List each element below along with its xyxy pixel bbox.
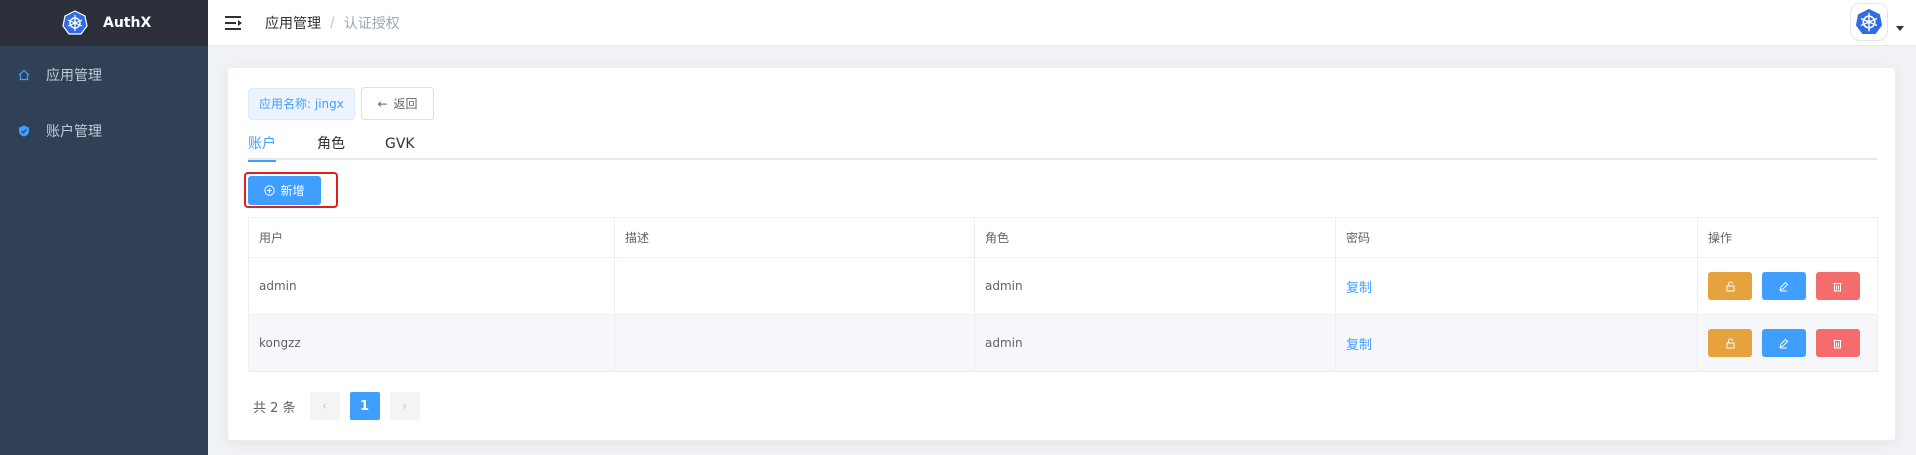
breadcrumb-separator: / bbox=[330, 14, 335, 31]
cell-actions bbox=[1697, 257, 1878, 315]
cell-role: admin bbox=[974, 314, 1336, 372]
cell-description bbox=[614, 314, 975, 372]
sidebar: AuthX 应用管理 账户管理 bbox=[0, 0, 208, 455]
sidebar-item-label: 账户管理 bbox=[46, 124, 102, 140]
tab-roles[interactable]: 角色 bbox=[317, 130, 345, 160]
add-button[interactable]: 新增 bbox=[248, 176, 321, 205]
cell-role: admin bbox=[974, 257, 1336, 315]
trash-icon bbox=[1833, 282, 1842, 291]
sidebar-item-app-management[interactable]: 应用管理 bbox=[0, 47, 208, 103]
plus-circle-icon bbox=[264, 185, 276, 196]
cell-password: 复制 bbox=[1335, 314, 1698, 372]
edit-button[interactable] bbox=[1761, 329, 1806, 357]
unlock-button[interactable] bbox=[1708, 329, 1752, 357]
cell-user: kongzz bbox=[248, 314, 615, 372]
app-name: AuthX bbox=[103, 15, 152, 31]
hamburger-toggle-icon[interactable] bbox=[225, 15, 243, 31]
pagination-total: 共 2 条 bbox=[253, 400, 296, 416]
accounts-table: 用户 描述 角色 密码 操作 admin admin 复制 kongzz adm… bbox=[248, 217, 1878, 372]
kubernetes-logo-icon bbox=[62, 10, 88, 35]
cell-actions bbox=[1697, 314, 1878, 372]
copy-password-link[interactable]: 复制 bbox=[1346, 281, 1372, 296]
tab-accounts[interactable]: 账户 bbox=[248, 130, 276, 162]
unlock-icon bbox=[1726, 338, 1734, 348]
chevron-left-icon: ‹ bbox=[321, 398, 328, 414]
content-card: 应用名称: jingx ← 返回 账户 角色 GVK 新增 用户 描述 角色 密… bbox=[227, 67, 1896, 441]
tab-bar: 账户 角色 GVK bbox=[248, 130, 1877, 162]
arrow-left-icon: ← bbox=[377, 96, 388, 111]
prev-page-button[interactable]: ‹ bbox=[309, 392, 340, 420]
user-avatar[interactable] bbox=[1850, 3, 1888, 41]
chevron-right-icon: › bbox=[401, 398, 408, 414]
unlock-icon bbox=[1726, 281, 1734, 291]
column-header-actions: 操作 bbox=[1697, 217, 1878, 258]
app-name-tag: 应用名称: jingx bbox=[248, 88, 355, 120]
tab-gvk[interactable]: GVK bbox=[385, 130, 415, 160]
brand[interactable]: AuthX bbox=[0, 0, 208, 46]
edit-icon bbox=[1779, 281, 1789, 291]
column-header-description: 描述 bbox=[614, 217, 975, 258]
column-header-user: 用户 bbox=[248, 217, 615, 258]
table-row: kongzz admin 复制 bbox=[248, 314, 1878, 372]
column-header-password: 密码 bbox=[1335, 217, 1698, 258]
edit-icon bbox=[1779, 338, 1789, 348]
cell-password: 复制 bbox=[1335, 257, 1698, 315]
back-button-label: 返回 bbox=[393, 97, 418, 111]
delete-button[interactable] bbox=[1815, 272, 1860, 300]
unlock-button[interactable] bbox=[1708, 272, 1752, 300]
sidebar-item-label: 应用管理 bbox=[46, 68, 102, 84]
cell-user: admin bbox=[248, 257, 615, 315]
add-button-label: 新增 bbox=[280, 184, 305, 198]
breadcrumb-current: 认证授权 bbox=[343, 15, 400, 32]
column-header-role: 角色 bbox=[974, 217, 1336, 258]
table-row: admin admin 复制 bbox=[248, 257, 1878, 315]
table-header-row: 用户 描述 角色 密码 操作 bbox=[248, 217, 1878, 258]
caret-down-icon[interactable] bbox=[1896, 26, 1904, 31]
next-page-button[interactable]: › bbox=[389, 392, 420, 420]
sidebar-item-account-management[interactable]: 账户管理 bbox=[0, 103, 208, 159]
pagination: 共 2 条 ‹ 1 › bbox=[253, 392, 430, 420]
breadcrumb-parent[interactable]: 应用管理 bbox=[265, 13, 321, 33]
page-number-button[interactable]: 1 bbox=[349, 392, 380, 420]
trash-icon bbox=[1833, 339, 1842, 348]
top-header: 应用管理 / 认证授权 bbox=[208, 0, 1916, 46]
back-button[interactable]: ← 返回 bbox=[361, 87, 434, 120]
shield-icon bbox=[19, 125, 29, 137]
edit-button[interactable] bbox=[1761, 272, 1806, 300]
delete-button[interactable] bbox=[1815, 329, 1860, 357]
cell-description bbox=[614, 257, 975, 315]
home-icon bbox=[18, 69, 30, 81]
copy-password-link[interactable]: 复制 bbox=[1346, 338, 1372, 353]
kubernetes-avatar-icon bbox=[1854, 7, 1884, 36]
